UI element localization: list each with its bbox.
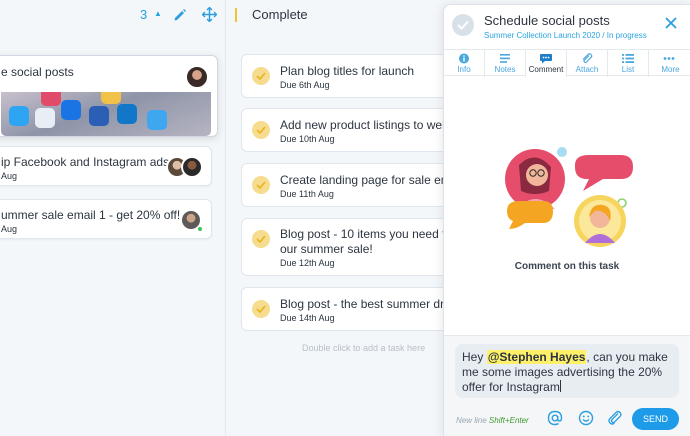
new-line-label: New line: [456, 416, 487, 425]
task-title: ummer sale email 1 - get 20% off!: [1, 208, 181, 222]
tab-comment[interactable]: Comment: [526, 50, 567, 77]
task-title: e social posts: [1, 65, 74, 79]
task-title-line-2: our summer sale!: [280, 242, 373, 256]
tab-label: More: [661, 65, 680, 74]
avatar: [185, 65, 209, 89]
pencil-icon[interactable]: [173, 8, 187, 22]
check-icon[interactable]: [252, 300, 270, 318]
tab-attach[interactable]: Attach: [567, 50, 608, 77]
tab-label: Attach: [575, 65, 599, 74]
notes-icon: [500, 54, 510, 63]
task-title: Add new product listings to website: [280, 118, 468, 132]
close-icon[interactable]: [664, 16, 678, 30]
task-card-summer-sale-email[interactable]: ummer sale email 1 - get 20% off! Aug: [0, 199, 212, 239]
tab-label: Notes: [494, 65, 516, 74]
paperclip-icon[interactable]: [607, 410, 623, 426]
comment-composer: Hey @Stephen Hayes, can you make me some…: [444, 335, 690, 436]
comment-icon: [540, 54, 552, 64]
comment-illustration: [505, 147, 633, 247]
check-icon[interactable]: [252, 67, 270, 85]
in-progress-column: 3 ▲ e social posts ip Facebook and Insta…: [0, 0, 226, 436]
breadcrumb[interactable]: Summer Collection Launch 2020 / In progr…: [484, 31, 647, 40]
new-line-hint: New line Shift+Enter: [456, 416, 529, 425]
task-title: Blog post - the best summer dresse: [280, 297, 470, 311]
task-card[interactable]: Blog post - 10 items you need to pi our …: [241, 218, 465, 276]
tab-more[interactable]: More: [649, 50, 690, 77]
comment-text-before: Hey: [462, 350, 487, 364]
task-card[interactable]: Blog post - the best summer dresse Due 1…: [241, 287, 469, 331]
column-title: Complete: [252, 7, 308, 22]
task-card[interactable]: Create landing page for sale emails Due …: [241, 163, 469, 207]
move-icon[interactable]: [202, 7, 217, 22]
avatar: [181, 156, 203, 178]
check-icon[interactable]: [452, 14, 474, 36]
tab-label: Info: [457, 65, 471, 74]
at-mention-icon[interactable]: [547, 410, 563, 426]
task-card[interactable]: Plan blog titles for launch Due 6th Aug: [241, 54, 461, 98]
task-due-date: Due 6th Aug: [280, 80, 330, 90]
task-title: ip Facebook and Instagram ads: [1, 155, 170, 169]
caret-up-icon[interactable]: ▲: [154, 9, 162, 18]
task-title: Create landing page for sale emails: [280, 173, 469, 187]
info-icon: [459, 53, 469, 64]
add-task-hint[interactable]: Double click to add a task here: [302, 343, 425, 353]
mention-tag[interactable]: @Stephen Hayes: [486, 350, 587, 364]
task-due-date: Due 12th Aug: [280, 258, 335, 268]
more-icon: [663, 57, 675, 60]
text-cursor: [559, 380, 561, 392]
task-title: Plan blog titles for launch: [280, 64, 415, 78]
panel-task-title: Schedule social posts: [484, 13, 610, 28]
task-due-date: Due 10th Aug: [280, 134, 335, 144]
tab-notes[interactable]: Notes: [485, 50, 526, 77]
comment-input[interactable]: Hey @Stephen Hayes, can you make me some…: [455, 344, 679, 398]
check-icon[interactable]: [252, 121, 270, 139]
task-card-social-posts[interactable]: e social posts: [0, 55, 218, 137]
phone-screen-image: [1, 92, 211, 136]
tab-info[interactable]: Info: [444, 50, 485, 77]
task-card[interactable]: Add new product listings to website Due …: [241, 108, 467, 152]
task-due-date: Aug: [1, 224, 18, 234]
check-icon[interactable]: [252, 230, 270, 248]
task-card-facebook-ads[interactable]: ip Facebook and Instagram ads Aug: [0, 146, 212, 186]
task-due-date: Due 11th Aug: [280, 189, 334, 199]
task-due-date: Due 14th Aug: [280, 313, 335, 323]
task-detail-panel: Schedule social posts Summer Collection …: [443, 4, 690, 436]
panel-tabs: Info Notes Comment Attach List More: [444, 49, 690, 77]
paperclip-icon: [582, 53, 593, 64]
kanban-board: 3 ▲ e social posts ip Facebook and Insta…: [0, 0, 690, 436]
complete-column: Complete Plan blog titles for launch Due…: [227, 0, 469, 436]
task-count[interactable]: 3: [140, 7, 147, 22]
check-icon[interactable]: [252, 176, 270, 194]
emoji-icon[interactable]: [578, 410, 594, 426]
list-icon: [622, 54, 634, 63]
tab-label: List: [621, 65, 635, 74]
new-line-shortcut: Shift+Enter: [488, 416, 529, 425]
column-header: 3 ▲: [0, 0, 226, 32]
column-color-bar: [235, 8, 237, 22]
tab-list[interactable]: List: [608, 50, 649, 77]
task-title: Blog post - 10 items you need to pi: [280, 227, 465, 241]
empty-state-label: Comment on this task: [514, 261, 620, 272]
task-due-date: Aug: [1, 171, 18, 181]
send-button[interactable]: SEND: [632, 408, 679, 430]
online-status-dot: [197, 226, 203, 232]
tab-label: Comment: [528, 65, 564, 74]
